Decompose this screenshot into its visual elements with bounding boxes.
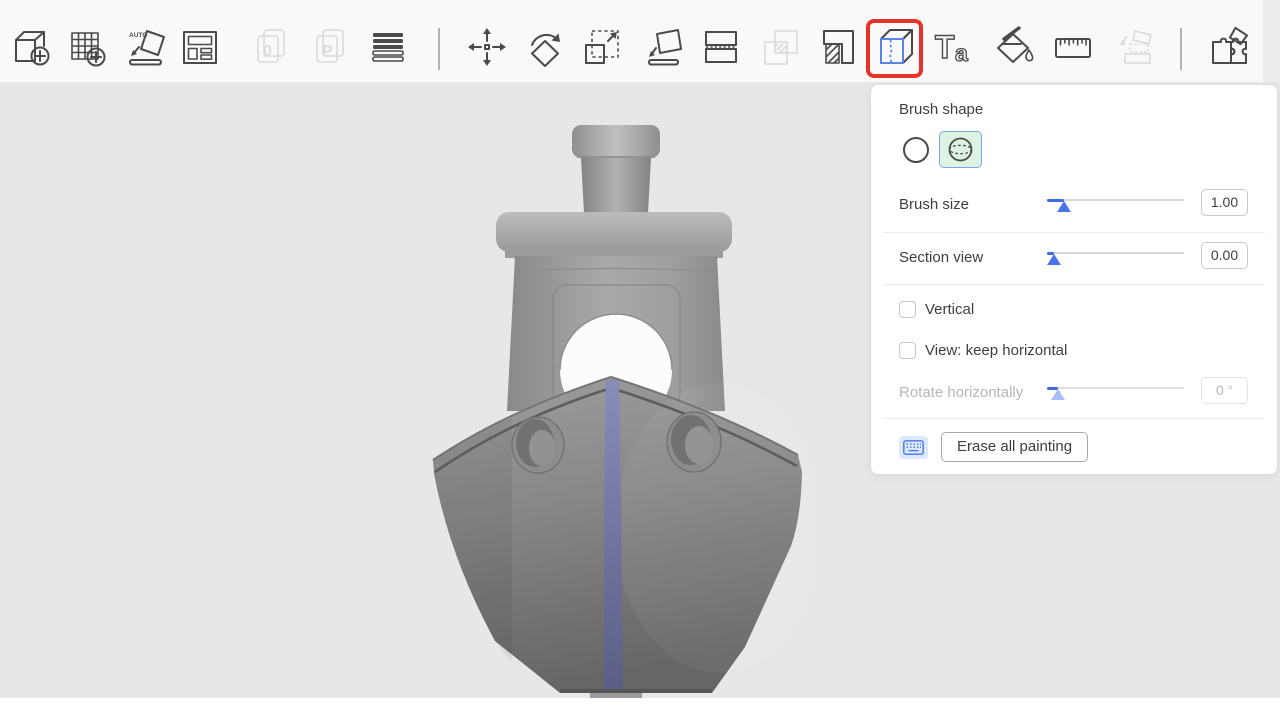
toolbar-separator xyxy=(438,28,440,70)
benchy-hull xyxy=(433,377,812,698)
vertical-checkbox-label: Vertical xyxy=(925,301,974,318)
rotate-horizontally-slider-thumb xyxy=(1051,389,1065,400)
benchy-hawse-hole-right xyxy=(667,412,721,472)
benchy-model[interactable] xyxy=(420,98,812,698)
keyboard-shortcut-icon[interactable] xyxy=(899,436,928,459)
auto-orient-icon[interactable]: AUTO xyxy=(122,24,168,70)
section-view-value[interactable]: 0.00 xyxy=(1201,242,1248,269)
keep-horizontal-checkbox[interactable] xyxy=(899,342,916,359)
brush-size-label: Brush size xyxy=(899,196,969,213)
rotate-horizontally-slider xyxy=(1047,382,1184,404)
main-toolbar: AUTO 0 xyxy=(0,0,1280,82)
toolbar-separator xyxy=(1180,28,1182,70)
rotate-icon[interactable] xyxy=(522,24,568,70)
brush-shape-label: Brush shape xyxy=(899,101,983,118)
app-window: AUTO 0 xyxy=(0,0,1280,720)
brush-size-value[interactable]: 1.00 xyxy=(1201,189,1248,216)
support-painting-icon[interactable] xyxy=(815,24,861,70)
place-on-face-icon[interactable] xyxy=(640,24,686,70)
brush-size-slider[interactable] xyxy=(1047,194,1184,216)
vertical-checkbox[interactable] xyxy=(899,301,916,318)
arrange-icon[interactable] xyxy=(177,24,223,70)
brush-shape-sphere-option[interactable] xyxy=(939,131,982,168)
sphere-icon xyxy=(947,136,974,163)
keep-horizontal-checkbox-row[interactable]: View: keep horizontal xyxy=(899,342,1067,359)
add-plate-icon[interactable] xyxy=(65,24,111,70)
plugins-icon[interactable] xyxy=(1205,24,1251,70)
seam-painting-icon[interactable] xyxy=(872,24,918,70)
text-glyph-a: a xyxy=(955,40,968,66)
measure-icon[interactable] xyxy=(1050,24,1096,70)
brush-shape-circle-option[interactable] xyxy=(903,137,929,163)
color-painting-icon[interactable] xyxy=(990,24,1036,70)
rotate-horizontally-value: 0 ° xyxy=(1201,377,1248,404)
section-view-label: Section view xyxy=(899,249,983,266)
add-object-icon[interactable] xyxy=(9,24,55,70)
section-view-slider[interactable] xyxy=(1047,247,1184,269)
brush-size-slider-thumb[interactable] xyxy=(1057,201,1071,212)
rotate-horizontally-label: Rotate horizontally xyxy=(899,384,1023,401)
vertical-checkbox-row[interactable]: Vertical xyxy=(899,301,974,318)
toolbar-edge xyxy=(1263,0,1280,82)
benchy-hawse-hole-left xyxy=(512,417,564,473)
panel-divider xyxy=(883,232,1265,233)
erase-all-painting-button[interactable]: Erase all painting xyxy=(941,432,1088,462)
cut-icon[interactable] xyxy=(698,24,744,70)
text-tool-icon[interactable]: T a xyxy=(930,24,976,70)
panel-divider xyxy=(883,418,1265,419)
assembly-view-icon xyxy=(1110,24,1156,70)
scale-icon[interactable] xyxy=(579,24,625,70)
variable-layer-height-icon[interactable] xyxy=(365,24,411,70)
print-plate-icon: P xyxy=(307,24,353,70)
keep-horizontal-checkbox-label: View: keep horizontal xyxy=(925,342,1067,359)
viewport-canvas[interactable]: Brush shape Brush size 1.00 Section view xyxy=(0,82,1280,698)
section-view-slider-thumb[interactable] xyxy=(1047,254,1061,265)
export-zero-icon: 0 xyxy=(248,24,294,70)
seam-painting-panel: Brush shape Brush size 1.00 Section view xyxy=(870,84,1278,475)
mesh-boolean-icon xyxy=(758,24,804,70)
zero-glyph: 0 xyxy=(263,43,272,60)
move-icon[interactable] xyxy=(464,24,510,70)
p-glyph: P xyxy=(322,43,333,60)
panel-divider xyxy=(883,284,1265,285)
text-glyph-T: T xyxy=(935,29,955,65)
